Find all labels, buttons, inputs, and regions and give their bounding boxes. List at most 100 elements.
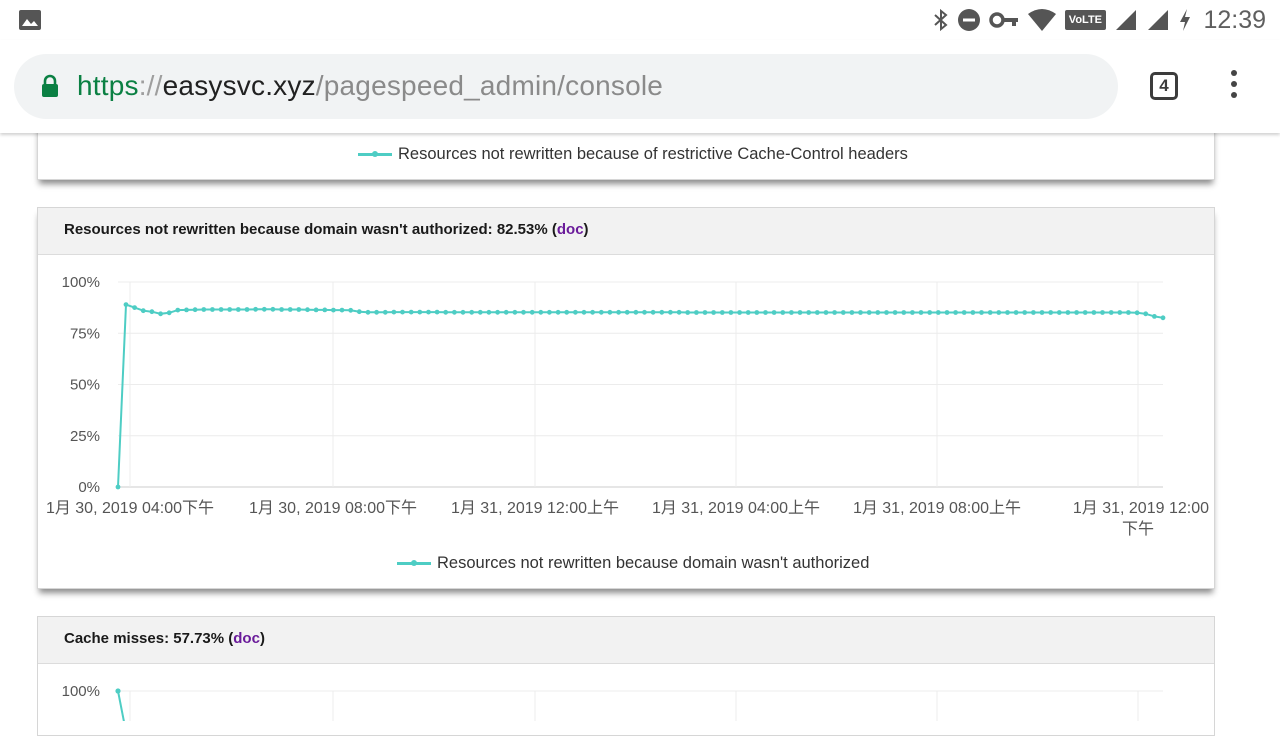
do-not-disturb-icon — [957, 9, 980, 31]
data-point — [149, 309, 155, 315]
data-point — [408, 309, 414, 315]
data-point — [1005, 310, 1010, 315]
data-point — [529, 309, 535, 315]
data-point — [1022, 310, 1028, 315]
data-point — [953, 310, 958, 315]
data-point — [598, 309, 604, 315]
status-bar: VoLTE 12:39 — [0, 0, 1280, 40]
data-point — [244, 307, 250, 312]
data-point — [789, 310, 794, 315]
data-point — [633, 309, 639, 315]
charging-icon — [1180, 9, 1190, 31]
data-point — [901, 310, 907, 315]
data-point — [858, 310, 863, 315]
lock-icon — [42, 74, 58, 97]
data-point — [624, 309, 630, 315]
legend-label: Resources not rewritten because domain w… — [437, 554, 870, 572]
data-point — [642, 309, 647, 315]
data-point — [235, 307, 241, 312]
data-point — [866, 310, 872, 315]
data-point — [1056, 310, 1062, 315]
data-point — [668, 309, 673, 315]
data-point — [313, 307, 319, 313]
y-tick-label: 0% — [78, 479, 100, 496]
y-tick-label: 100% — [62, 683, 100, 700]
data-point — [892, 310, 898, 315]
data-point — [970, 310, 976, 315]
line-chart: 100% — [62, 683, 1163, 721]
data-point — [469, 309, 475, 315]
data-point — [987, 310, 993, 315]
data-point — [382, 309, 388, 315]
wifi-icon — [1027, 9, 1056, 31]
data-point — [1152, 314, 1157, 319]
data-point — [797, 310, 803, 315]
data-point — [460, 309, 466, 315]
data-point — [1160, 315, 1166, 321]
data-point — [184, 307, 189, 313]
status-time: 12:39 — [1203, 6, 1266, 34]
data-point — [374, 309, 379, 315]
data-point — [331, 307, 336, 313]
data-point — [495, 309, 500, 315]
data-point — [944, 310, 950, 315]
address-bar[interactable]: https://easysvc.xyz/pagespeed_admin/cons… — [14, 54, 1118, 119]
data-point — [1013, 310, 1019, 315]
data-point — [806, 310, 812, 315]
data-point — [547, 309, 552, 315]
data-point — [400, 309, 405, 315]
data-point — [175, 307, 181, 313]
data-point — [477, 309, 483, 315]
legend-label: Resources not rewritten because of restr… — [398, 145, 908, 163]
data-point — [659, 309, 665, 315]
data-point — [1091, 310, 1097, 315]
data-point — [910, 310, 915, 315]
tab-switcher-button[interactable]: 4 — [1150, 72, 1178, 100]
data-point — [935, 310, 941, 315]
data-point — [391, 309, 397, 315]
data-point — [650, 309, 656, 315]
y-tick-label: 50% — [70, 377, 100, 394]
data-point — [1082, 310, 1088, 315]
data-point — [728, 310, 734, 315]
data-point — [486, 309, 492, 315]
url-scheme: https — [77, 70, 139, 101]
data-point — [927, 310, 933, 315]
data-point — [322, 307, 328, 313]
data-point — [875, 310, 881, 315]
y-tick-label: 25% — [70, 428, 100, 445]
data-point — [719, 310, 725, 315]
data-point — [115, 688, 121, 694]
data-point — [754, 310, 760, 315]
chart-legend: Resources not rewritten because of restr… — [358, 145, 908, 164]
data-point — [253, 306, 258, 312]
url-host: easysvc.xyz — [162, 70, 316, 101]
data-point — [823, 310, 829, 315]
url-text[interactable]: https://easysvc.xyz/pagespeed_admin/cons… — [77, 70, 663, 102]
overflow-menu-button[interactable] — [1228, 70, 1240, 102]
data-point — [158, 311, 163, 317]
data-point — [590, 309, 595, 315]
series-line — [117, 690, 125, 721]
data-point — [434, 309, 440, 315]
data-point — [1100, 310, 1105, 315]
line-chart: 0% 25% 50% 75% 100% 1月 30, 2019 04:00下午 1月 30,… — [46, 274, 1209, 538]
data-point — [884, 310, 889, 315]
data-point — [452, 309, 457, 315]
data-point — [1031, 310, 1036, 315]
chart-legend: Resources not rewritten because domain w… — [397, 554, 869, 573]
data-point — [737, 310, 742, 315]
data-point — [573, 309, 578, 315]
data-point — [1143, 311, 1149, 317]
data-point — [365, 309, 371, 315]
data-point — [503, 309, 509, 315]
status-icons: VoLTE — [933, 8, 1192, 32]
data-point — [356, 309, 362, 315]
data-point — [201, 307, 207, 312]
y-tick-label: 75% — [70, 325, 100, 342]
data-point — [538, 309, 544, 315]
data-point — [192, 307, 198, 313]
data-point — [287, 307, 293, 312]
x-tick-label: 1月 31, 2019 04:00上午 — [652, 499, 820, 517]
menu-dot — [1231, 70, 1237, 76]
